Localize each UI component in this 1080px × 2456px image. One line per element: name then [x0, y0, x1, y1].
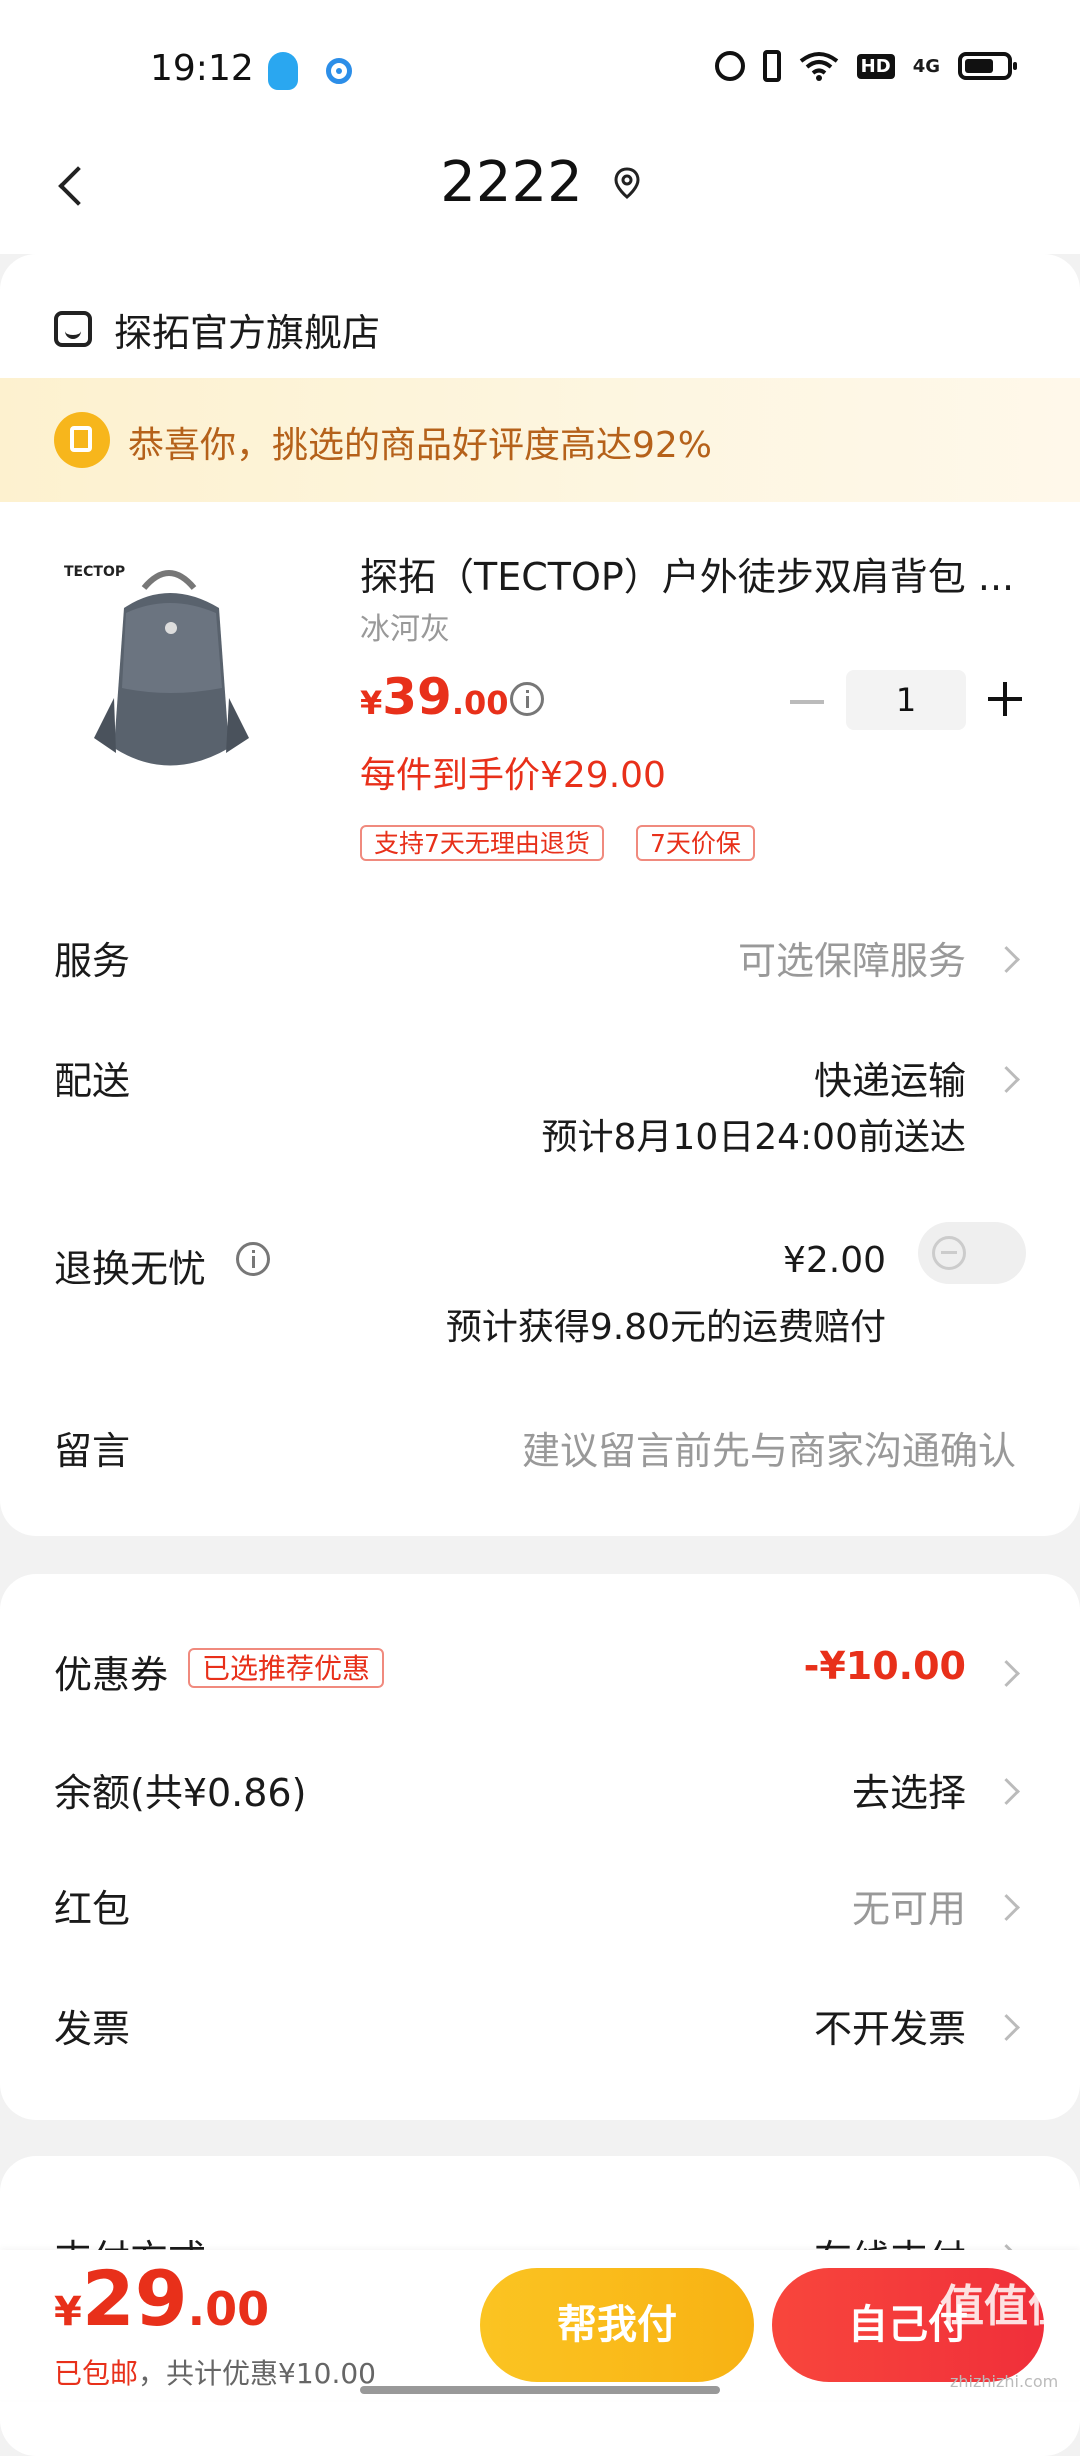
order-card: 探拓官方旗舰店 恭喜你，挑选的商品好评度高达92% TECTOP 探拓（TECT… — [0, 254, 1080, 1536]
product-image[interactable]: TECTOP — [54, 548, 284, 808]
status-time: 19:12 — [150, 48, 254, 89]
quantity-minus-button[interactable] — [790, 700, 824, 704]
total-decimal: .00 — [187, 2282, 270, 2336]
service-chevron-icon[interactable] — [993, 946, 1020, 973]
total-currency: ¥ — [54, 2289, 82, 2335]
delivery-value[interactable]: 快递运输 — [814, 1050, 966, 1105]
status-bar: 19:12 HD 4G — [0, 0, 1080, 130]
alarm-icon — [714, 51, 745, 81]
delivery-eta: 预计8月10日24:00前送达 — [541, 1117, 966, 1158]
service-value[interactable]: 可选保障服务 — [738, 930, 966, 985]
invoice-chevron-icon[interactable] — [993, 2014, 1020, 2041]
message-label: 留言 — [54, 1429, 131, 1473]
redpacket-label: 红包 — [54, 1887, 131, 1931]
discount-card: 优惠券 已选推荐优惠 -¥10.00 余额(共¥0.86) 去选择 红包 无可用… — [0, 1574, 1080, 2120]
total-note: 已包邮，共计优惠¥10.00 — [54, 2352, 376, 2392]
price-integer: 39 — [382, 668, 452, 726]
address-title[interactable]: 2222 — [440, 150, 583, 215]
return-insurance-note: 预计获得9.80元的运费赔付 — [445, 1307, 886, 1348]
quantity-plus-button[interactable] — [988, 682, 1022, 716]
location-pin-icon[interactable] — [614, 166, 640, 199]
header: 2222 — [0, 130, 1080, 254]
invoice-value[interactable]: 不开发票 — [814, 1998, 966, 2053]
delivery-label: 配送 — [54, 1059, 131, 1103]
message-input[interactable]: 建议留言前先与商家沟通确认 — [522, 1420, 1016, 1475]
help-pay-button[interactable]: 帮我付 — [480, 2268, 754, 2382]
return-insurance-price: ¥2.00 — [782, 1240, 886, 1281]
free-shipping-text: 已包邮 — [54, 2357, 139, 2390]
quantity-input[interactable]: 1 — [846, 670, 966, 730]
balance-value[interactable]: 去选择 — [852, 1762, 966, 1817]
thumbs-up-icon — [54, 412, 110, 468]
home-indicator[interactable] — [360, 2386, 720, 2394]
redpacket-chevron-icon[interactable] — [993, 1894, 1020, 1921]
discount-summary: ，共计优惠¥10.00 — [138, 2357, 376, 2390]
status-icons: HD 4G — [714, 50, 1017, 82]
price-protect-tag: 7天价保 — [636, 825, 755, 861]
return-insurance-toggle[interactable] — [918, 1222, 1026, 1284]
title-wrap[interactable]: 2222 — [0, 150, 1080, 215]
shop-row[interactable]: 探拓官方旗舰店 — [54, 294, 380, 364]
coupon-recommend-tag: 已选推荐优惠 — [188, 1648, 385, 1688]
checkout-bar: ¥29.00 已包邮，共计优惠¥10.00 帮我付 自己付 — [0, 2250, 1080, 2400]
watermark-logo: 值值值 — [940, 2281, 1072, 2332]
banner-text: 恭喜你，挑选的商品好评度高达92% — [128, 425, 713, 466]
price-decimal: .00 — [451, 684, 509, 722]
total-integer: 29 — [81, 2254, 188, 2343]
shop-icon — [54, 311, 92, 347]
shop-name[interactable]: 探拓官方旗舰店 — [114, 302, 380, 357]
signal-4g-icon: 4G — [912, 55, 940, 77]
product-price: ¥39.00 — [360, 668, 509, 726]
price-currency: ¥ — [360, 684, 383, 722]
balance-label: 余额(共¥0.86) — [54, 1771, 307, 1815]
delivery-chevron-icon[interactable] — [993, 1066, 1020, 1093]
battery-icon — [958, 52, 1017, 80]
price-info-icon[interactable] — [510, 682, 544, 716]
watermark-url: zhizhizhi.com — [950, 2372, 1059, 2391]
rating-banner: 恭喜你，挑选的商品好评度高达92% — [0, 378, 1080, 502]
return-insurance-label: 退换无忧 — [54, 1247, 207, 1291]
return-info-icon[interactable] — [236, 1242, 270, 1276]
wifi-icon — [799, 52, 838, 81]
coupon-value[interactable]: -¥10.00 — [804, 1644, 966, 1688]
coupon-chevron-icon[interactable] — [993, 1660, 1020, 1687]
service-label: 服务 — [54, 939, 131, 983]
invoice-label: 发票 — [54, 2007, 131, 2051]
vibrate-icon — [762, 50, 781, 82]
final-price: 每件到手价¥29.00 — [360, 755, 666, 796]
hd-icon: HD — [856, 53, 895, 79]
product-variant[interactable]: 冰河灰 — [360, 604, 450, 648]
total-price: ¥29.00 — [54, 2254, 269, 2343]
assistant-icon — [326, 58, 352, 84]
redpacket-value[interactable]: 无可用 — [852, 1878, 966, 1933]
return-policy-tag: 支持7天无理由退货 — [360, 825, 604, 861]
product-name[interactable]: 探拓（TECTOP）户外徒步双肩背包 ... — [360, 546, 1020, 601]
qq-icon — [268, 52, 298, 90]
svg-text:TECTOP: TECTOP — [64, 564, 125, 580]
balance-chevron-icon[interactable] — [993, 1778, 1020, 1805]
coupon-label: 优惠券 — [54, 1653, 169, 1697]
